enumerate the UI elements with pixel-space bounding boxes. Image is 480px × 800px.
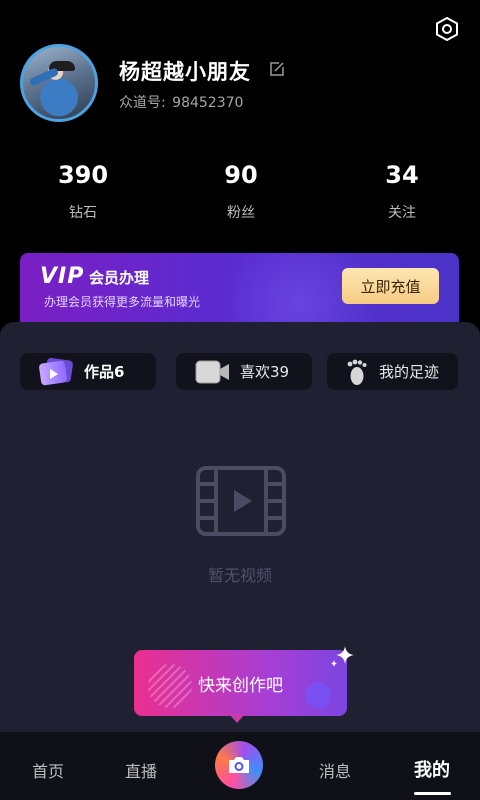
- stat-value: 34: [385, 161, 419, 189]
- empty-state-text: 暂无视频: [207, 566, 272, 585]
- camera-icon: [229, 757, 249, 773]
- active-tab-indicator: [414, 792, 451, 795]
- edit-profile-button[interactable]: [269, 61, 285, 77]
- tab-label: 作品6: [84, 363, 125, 381]
- stat-followers[interactable]: 90 粉丝: [181, 158, 301, 222]
- tab-likes[interactable]: 喜欢39: [176, 353, 312, 390]
- profile-header: 杨超越小朋友 众道号: 98452370: [20, 44, 460, 124]
- stat-value: 90: [224, 161, 258, 189]
- stat-diamonds[interactable]: 390 钻石: [23, 158, 143, 222]
- tab-works[interactable]: 作品6: [20, 353, 156, 390]
- video-card-icon: [38, 357, 76, 386]
- decorative-bubble: [305, 682, 331, 708]
- content-tabs: 作品6 喜欢39 我的足迹: [0, 353, 480, 391]
- tab-footprint[interactable]: 我的足迹: [327, 353, 458, 390]
- hexagon-settings-icon: [436, 16, 458, 42]
- user-id-label: 众道号:: [119, 95, 166, 111]
- nav-live[interactable]: 直播: [125, 758, 157, 782]
- edit-icon: [270, 62, 284, 76]
- stat-label: 粉丝: [227, 205, 255, 221]
- recharge-button[interactable]: 立即充值: [342, 268, 439, 304]
- tab-label: 喜欢39: [240, 363, 290, 381]
- cta-pointer: [229, 714, 245, 723]
- user-id: 众道号: 98452370: [119, 92, 245, 112]
- stat-value: 390: [57, 161, 109, 189]
- stat-following[interactable]: 34 关注: [342, 158, 462, 222]
- vip-title: 会员办理: [89, 269, 150, 287]
- camera-button[interactable]: [215, 741, 263, 789]
- tab-label: 我的足迹: [379, 363, 440, 381]
- video-camera-icon: [194, 358, 232, 386]
- cta-label: 快来创作吧: [198, 675, 283, 696]
- create-now-button[interactable]: 快来创作吧: [134, 650, 347, 716]
- vip-subtitle: 办理会员获得更多流量和曝光: [44, 295, 201, 309]
- username: 杨超越小朋友: [119, 60, 251, 84]
- decorative-ball: [148, 664, 192, 708]
- stats-row: 390 钻石 90 粉丝 34 关注: [0, 158, 480, 228]
- nav-me[interactable]: 我的: [414, 756, 450, 782]
- bottom-tab-bar: 首页 直播 消息 我的: [0, 732, 480, 800]
- nav-messages[interactable]: 消息: [319, 758, 351, 782]
- nav-home[interactable]: 首页: [32, 758, 64, 782]
- stat-label: 钻石: [69, 205, 97, 221]
- stat-label: 关注: [388, 205, 416, 221]
- avatar[interactable]: [20, 44, 98, 122]
- vip-logo: VIP: [40, 264, 85, 289]
- film-icon: [196, 466, 286, 536]
- settings-button[interactable]: [434, 16, 460, 42]
- sparkle-icon: [330, 644, 356, 670]
- footprint-icon: [345, 358, 369, 386]
- user-id-value: 98452370: [172, 95, 244, 111]
